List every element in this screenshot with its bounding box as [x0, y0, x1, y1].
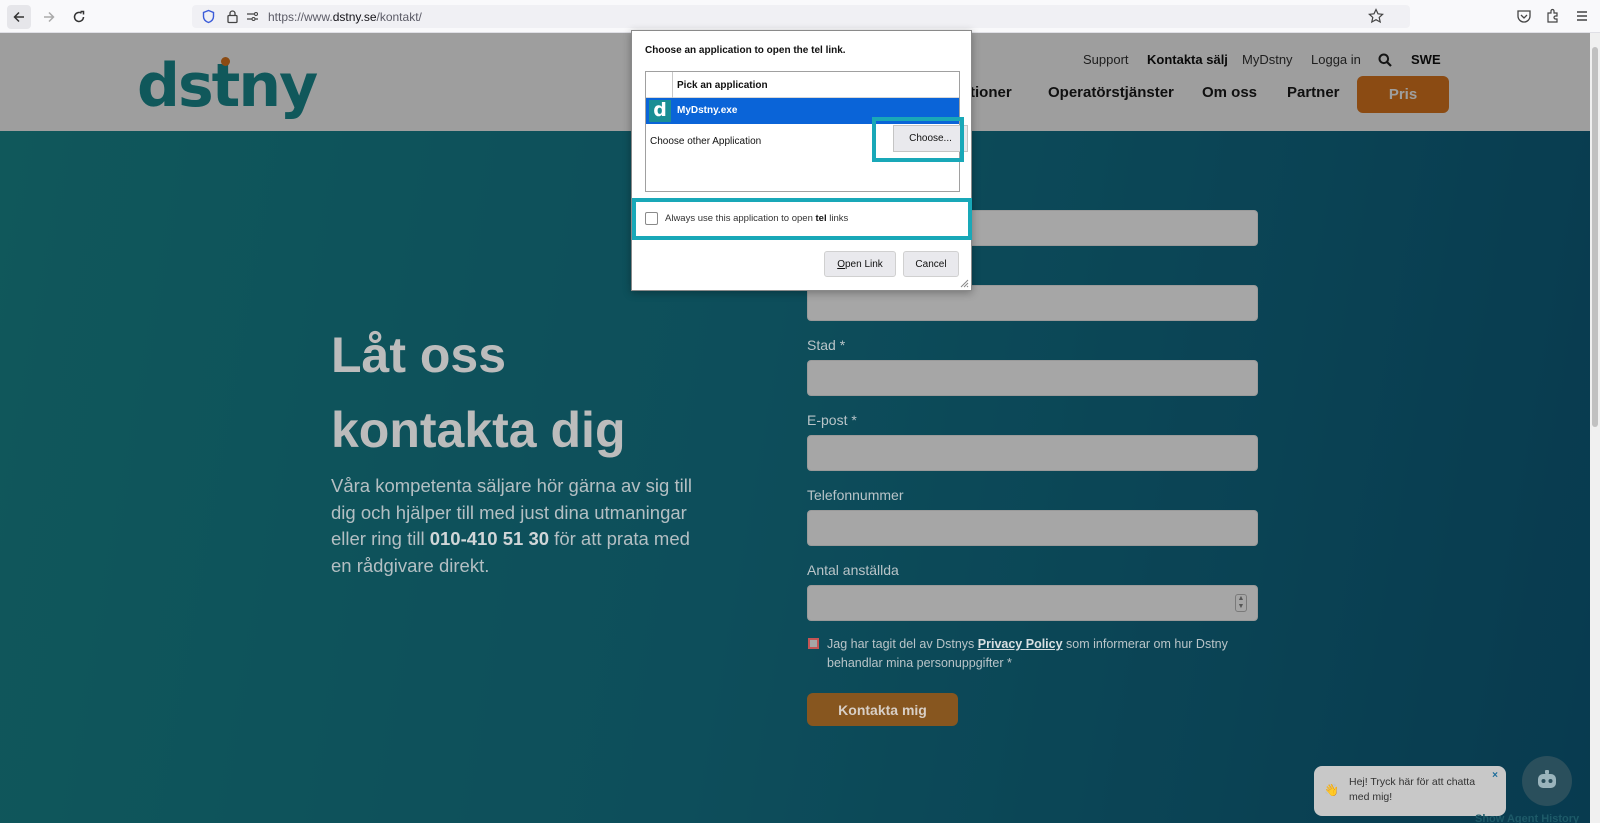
phone-label: Telefonnummer — [807, 487, 904, 503]
permissions-icon[interactable] — [245, 9, 260, 24]
consent-checkbox[interactable] — [808, 638, 819, 649]
consent-text: Jag har tagit del av Dstnys Privacy Poli… — [827, 637, 1228, 670]
url-bar[interactable]: https://www.dstny.se/kontakt/ — [192, 5, 1410, 28]
page-scrollbar[interactable] — [1590, 33, 1600, 823]
hero-description: Våra kompetenta säljare hör gärna av sig… — [331, 475, 692, 576]
employees-field[interactable]: ▲ ▼ — [807, 585, 1258, 621]
agent-history-link[interactable]: Show Agent History — [1475, 813, 1579, 823]
robot-icon — [1538, 770, 1556, 788]
email-label: E-post * — [807, 412, 857, 428]
email-field[interactable] — [807, 435, 1258, 471]
phone-field[interactable] — [807, 510, 1258, 546]
list-item-label: MyDstny.exe — [677, 105, 738, 116]
choose-other-label: Choose other Application — [650, 136, 762, 147]
list-header-label: Pick an application — [677, 80, 768, 91]
cancel-button[interactable]: Cancel — [903, 251, 959, 277]
contact-me-button[interactable]: Kontakta mig — [807, 693, 958, 726]
arrow-right-icon — [44, 11, 55, 23]
privacy-policy-link[interactable]: Privacy Policy — [978, 637, 1063, 651]
hero-title: Låt oss kontakta dig — [331, 327, 626, 458]
chat-bubble-text: Hej! Tryck här för att chatta med mig! — [1349, 776, 1476, 803]
resize-grip-icon[interactable] — [959, 278, 969, 288]
arrow-left-icon — [13, 11, 24, 23]
lock-icon[interactable] — [225, 9, 240, 24]
highlight-always-use — [632, 198, 972, 240]
list-header-icon-slot — [646, 72, 673, 98]
highlight-choose-button — [872, 117, 964, 162]
quantity-stepper[interactable]: ▲ ▼ — [1235, 594, 1247, 612]
chatbot-icon[interactable] — [1522, 756, 1572, 806]
city-field[interactable] — [807, 360, 1258, 396]
wave-hand-icon: 👋 — [1324, 783, 1339, 797]
url-text: https://www.dstny.se/kontakt/ — [268, 10, 422, 24]
shield-icon[interactable] — [201, 9, 216, 24]
pocket-icon[interactable] — [1516, 8, 1532, 24]
bookmark-star-icon[interactable] — [1368, 8, 1384, 24]
menu-icon[interactable] — [1574, 8, 1590, 24]
chat-close-button[interactable]: × — [1492, 770, 1498, 781]
chat-bubble[interactable]: 👋 Hej! Tryck här för att chatta med mig!… — [1314, 766, 1506, 816]
city-label: Stad * — [807, 337, 846, 353]
screen: https://www.dstny.se/kontakt/ dstny Supp… — [0, 0, 1600, 823]
scrollbar-thumb[interactable] — [1592, 47, 1598, 427]
dialog-title: Choose an application to open the tel li… — [645, 45, 846, 56]
open-link-button[interactable]: Open Link — [824, 251, 896, 277]
phone-number[interactable]: 010-410 51 30 — [430, 528, 549, 549]
forward-button[interactable] — [37, 5, 61, 29]
employees-label: Antal anställda — [807, 562, 899, 578]
reload-button[interactable] — [67, 5, 91, 29]
list-header: Pick an application — [646, 72, 959, 98]
extensions-icon[interactable] — [1545, 8, 1561, 24]
back-button[interactable] — [7, 5, 31, 29]
mydstny-app-icon: d — [649, 100, 671, 122]
reload-icon — [73, 10, 85, 23]
browser-toolbar: https://www.dstny.se/kontakt/ — [0, 0, 1600, 33]
